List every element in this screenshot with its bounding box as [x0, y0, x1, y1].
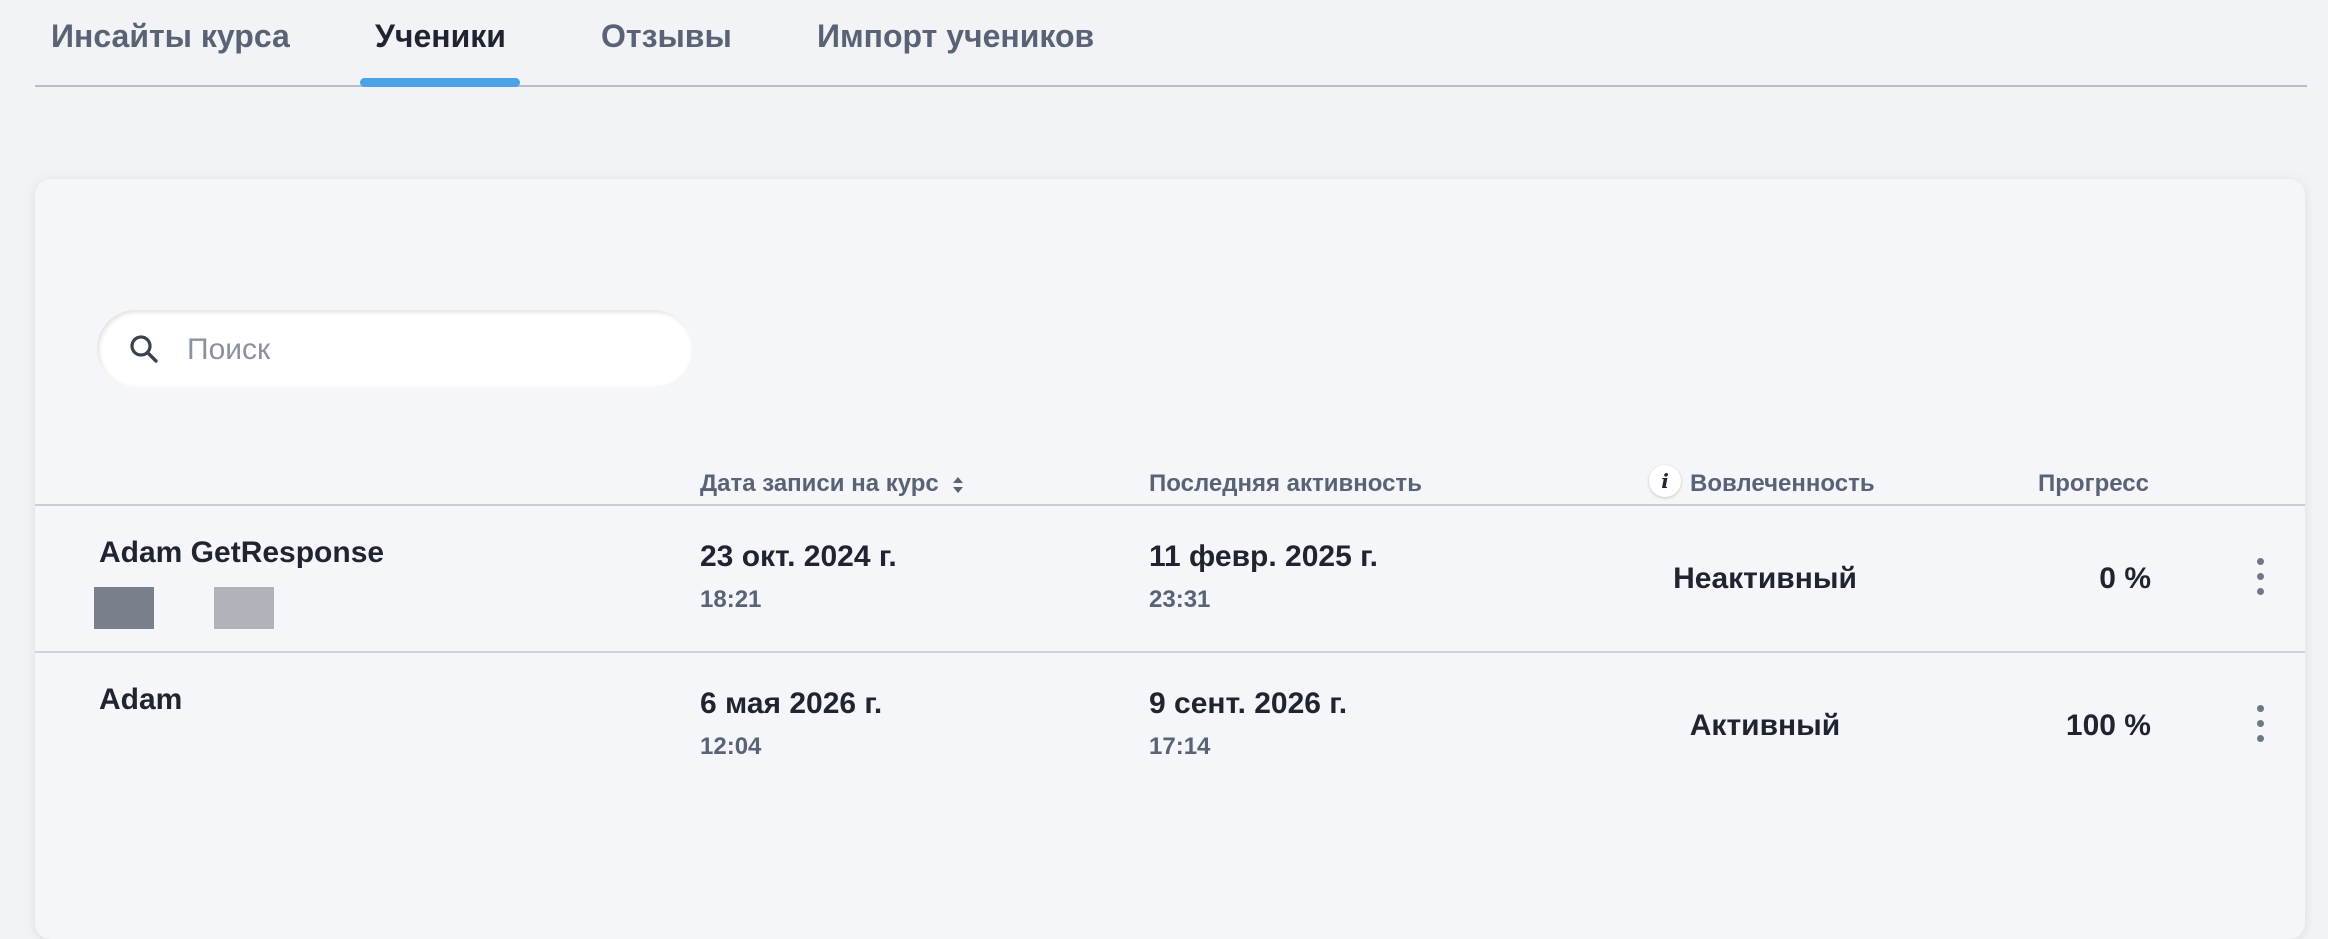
tab-import-students[interactable]: Импорт учеников — [817, 18, 1094, 55]
column-engagement: Вовлеченность — [1690, 470, 1875, 497]
last-activity-time: 17:14 — [1149, 733, 1211, 760]
enrolled-date: 23 окт. 2024 г. — [700, 540, 897, 573]
search-box[interactable] — [97, 310, 692, 389]
tab-bar: Инсайты курса Ученики Отзывы Импорт учен… — [35, 0, 2307, 87]
student-name[interactable]: Adam GetResponse — [99, 536, 384, 570]
table-header: Дата записи на курс Последняя активность… — [35, 459, 2305, 506]
enrolled-time: 12:04 — [700, 733, 762, 760]
info-icon[interactable]: i — [1649, 465, 1681, 497]
kebab-menu-icon[interactable] — [2254, 558, 2266, 602]
student-name[interactable]: Adam — [99, 683, 182, 717]
tab-course-insights[interactable]: Инсайты курса — [51, 18, 290, 55]
tab-students[interactable]: Ученики — [375, 18, 506, 55]
search-input[interactable] — [185, 310, 669, 389]
enrolled-date: 6 мая 2026 г. — [700, 687, 883, 720]
column-last-activity: Последняя активность — [1149, 470, 1422, 497]
table-row[interactable]: Adam GetResponse 23 окт. 2024 г. 18:21 1… — [35, 506, 2305, 653]
kebab-menu-icon[interactable] — [2254, 705, 2266, 749]
last-activity-time: 23:31 — [1149, 586, 1211, 613]
engagement-status: Неактивный — [1673, 562, 1857, 595]
tab-reviews[interactable]: Отзывы — [601, 18, 732, 55]
engagement-status: Активный — [1689, 709, 1841, 742]
students-card: Дата записи на курс Последняя активность… — [35, 179, 2305, 939]
table-row[interactable]: Adam 6 мая 2026 г. 12:04 9 сент. 2026 г.… — [35, 653, 2305, 798]
last-activity-date: 9 сент. 2026 г. — [1149, 687, 1348, 720]
last-activity-date: 11 февр. 2025 г. — [1149, 540, 1378, 573]
active-tab-indicator — [360, 78, 520, 87]
column-enrolled-label: Дата записи на курс — [700, 470, 939, 497]
enrolled-time: 18:21 — [700, 586, 762, 613]
student-tag — [214, 587, 274, 629]
column-enrolled[interactable]: Дата записи на курс — [700, 470, 965, 498]
student-tag — [94, 587, 154, 629]
sort-icon[interactable] — [951, 474, 965, 496]
column-progress: Прогресс — [2038, 470, 2149, 497]
progress-value: 100 % — [2065, 709, 2151, 742]
progress-value: 0 % — [2099, 562, 2151, 595]
search-icon — [130, 335, 158, 363]
